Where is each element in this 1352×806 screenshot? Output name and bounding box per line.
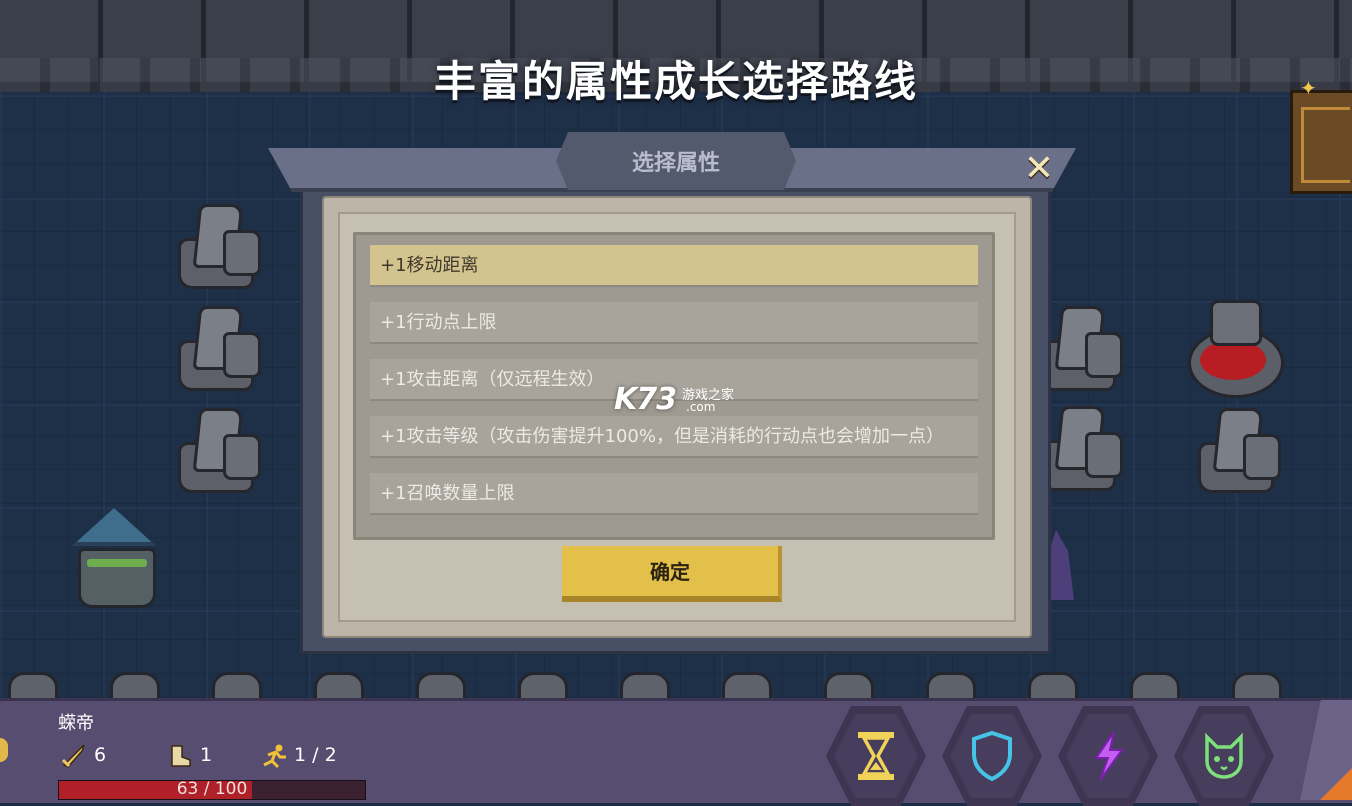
blood-fountain[interactable]	[1186, 300, 1284, 398]
boot-icon	[171, 744, 191, 767]
option-action-points[interactable]: +1行动点上限	[370, 302, 978, 344]
attack-value: 6	[94, 744, 107, 766]
watermark-logo: K73	[614, 382, 677, 417]
move-stat: 1	[166, 741, 212, 769]
hp-text: 63 / 100	[176, 779, 248, 799]
sword-icon	[61, 743, 85, 768]
unit-name: 蝾帝	[58, 713, 94, 734]
stone-well[interactable]	[68, 508, 160, 608]
hourglass-icon	[858, 732, 894, 780]
shield-icon	[972, 730, 1012, 782]
rock-pile	[168, 402, 261, 494]
hp-bar: 63 / 100	[58, 779, 366, 800]
dialog-title: 选择属性	[556, 132, 796, 190]
promo-headline: 丰富的属性成长选择路线	[433, 57, 918, 106]
option-summon-limit[interactable]: +1召唤数量上限	[370, 473, 978, 515]
rock-pile	[168, 300, 261, 392]
rock-pile	[168, 198, 261, 290]
option-attack-level[interactable]: +1攻击等级（攻击伤害提升100%，但是消耗的行动点也会增加一点）	[370, 416, 978, 458]
close-icon[interactable]: ✕	[1020, 150, 1058, 188]
lightning-icon	[1094, 731, 1124, 781]
action-point-stat: 1 / 2	[260, 741, 337, 769]
watermark-domain: .com	[686, 400, 716, 414]
running-figure-icon	[263, 744, 286, 768]
move-value: 1	[200, 744, 213, 766]
option-move-distance[interactable]: +1移动距离	[370, 245, 978, 287]
attack-stat: 6	[60, 741, 106, 769]
action-point-value: 1 / 2	[294, 744, 337, 766]
confirm-button[interactable]: 确定	[562, 546, 782, 602]
cat-head-icon	[1205, 732, 1243, 779]
rock-pile	[1188, 402, 1281, 494]
